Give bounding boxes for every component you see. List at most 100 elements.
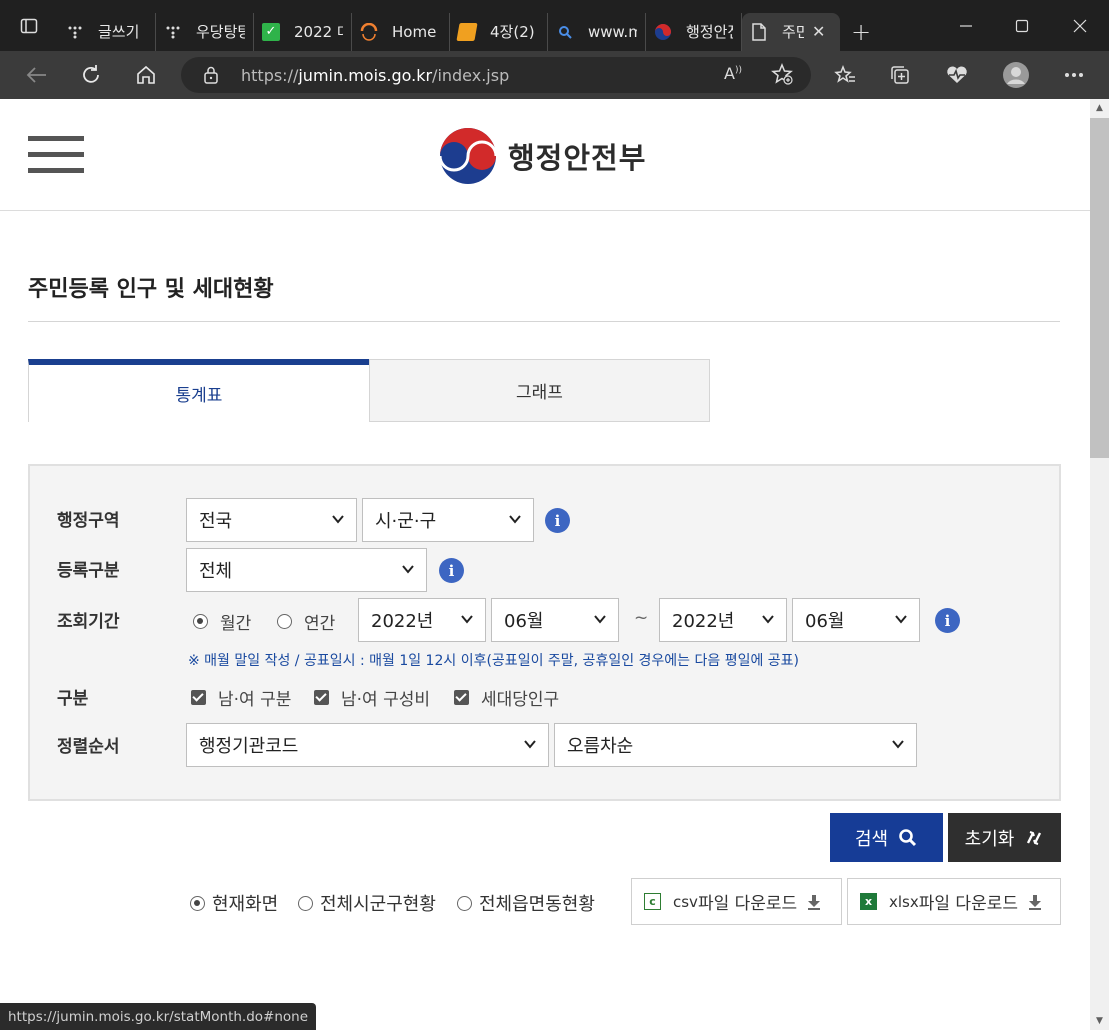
- close-window-button[interactable]: [1052, 0, 1108, 51]
- orange-arc-icon: [360, 22, 378, 41]
- tab-label: Home P: [392, 22, 441, 41]
- view-all-sigungu-label: 전체시군구현황: [320, 894, 436, 915]
- read-aloud-icon[interactable]: A)): [724, 64, 742, 83]
- view-current-radio[interactable]: 현재화면: [190, 890, 278, 916]
- heartbeat-icon: [946, 66, 967, 83]
- radio-dot: [193, 614, 208, 629]
- close-icon: [1073, 19, 1087, 32]
- region-select[interactable]: 전국: [186, 498, 357, 542]
- page-title: 주민등록 인구 및 세대현황: [28, 277, 274, 302]
- sort-field-select[interactable]: 행정기관코드: [186, 723, 549, 767]
- csv-download-button[interactable]: c csv 파일 다운로드: [631, 878, 842, 925]
- browser-essentials-button[interactable]: [929, 51, 984, 99]
- checkbox-checked-icon: [314, 690, 329, 705]
- search-button[interactable]: 검색: [830, 813, 943, 862]
- avatar-icon: [1002, 62, 1029, 88]
- tab-label: 우당탕탕: [196, 23, 245, 41]
- link-status-bar: https://jumin.mois.go.kr/statMonth.do#no…: [0, 1003, 317, 1030]
- maximize-button[interactable]: [994, 0, 1050, 51]
- yearly-radio-label: 연간: [304, 614, 336, 634]
- brand-name: 행정안전부: [508, 141, 647, 175]
- yearly-radio[interactable]: 연간: [277, 609, 335, 634]
- profile-button[interactable]: [988, 51, 1043, 99]
- tab-label: www.m: [588, 22, 637, 41]
- lock-icon: [204, 66, 218, 84]
- view-all-sigungu-radio[interactable]: 전체시군구현황: [298, 890, 436, 916]
- add-favorite-icon[interactable]: [770, 62, 794, 90]
- reset-button[interactable]: 초기화: [948, 813, 1061, 862]
- browser-tab-1[interactable]: 글쓰기: [58, 12, 156, 51]
- new-tab-button[interactable]: +: [840, 13, 882, 51]
- back-button[interactable]: [9, 51, 64, 99]
- hamburger-line: [28, 136, 84, 141]
- search-icon: [556, 23, 574, 41]
- csv-label: 파일 다운로드: [697, 894, 798, 914]
- tab-label: 4장(2) C: [490, 23, 539, 41]
- browser-tab-5[interactable]: 4장(2) C: [450, 12, 548, 51]
- favorites-icon: [833, 64, 855, 83]
- scroll-up-arrow-icon[interactable]: ▲: [1090, 99, 1109, 117]
- view-all-eupmyeondong-radio[interactable]: 전체읍면동현황: [457, 890, 595, 916]
- url-path: /index.jsp: [432, 65, 510, 85]
- chevron-down-icon: [762, 615, 774, 624]
- home-button[interactable]: [118, 51, 173, 99]
- download-icon: [1029, 894, 1041, 910]
- chevron-down-icon: [594, 615, 606, 624]
- tab-table[interactable]: 통계표: [28, 359, 369, 422]
- radio-dot: [298, 895, 313, 911]
- close-tab-icon[interactable]: ✕: [812, 22, 825, 41]
- site-logo[interactable]: 행정안전부: [438, 126, 646, 186]
- browser-tab-7[interactable]: 행정안전: [646, 12, 742, 51]
- to-year-select[interactable]: 2022년: [659, 598, 787, 642]
- subregion-select[interactable]: 시·군·구: [362, 498, 534, 542]
- to-month-value: 06월: [805, 611, 845, 632]
- green-check-icon: ✓: [262, 22, 280, 41]
- tab-label: 행정안전: [686, 23, 733, 41]
- collections-button[interactable]: [872, 51, 927, 99]
- dots-icon: [66, 23, 84, 41]
- scrollbar-thumb[interactable]: [1090, 118, 1109, 458]
- browser-tab-6[interactable]: www.m: [548, 12, 646, 51]
- tab-actions-button[interactable]: [0, 0, 58, 51]
- from-year-select[interactable]: 2022년: [358, 598, 486, 642]
- info-icon[interactable]: i: [545, 508, 570, 533]
- household-checkbox[interactable]: 세대당인구: [454, 685, 559, 710]
- download-icon: [808, 894, 821, 910]
- hamburger-line: [28, 168, 84, 173]
- browser-tab-active[interactable]: 주민 ✕: [742, 12, 840, 51]
- gender-checkbox[interactable]: 남·여 구분: [191, 685, 291, 710]
- gender-checkbox-label: 남·여 구분: [218, 690, 292, 710]
- menu-button[interactable]: [28, 136, 84, 173]
- radio-dot: [277, 614, 292, 629]
- minimize-button[interactable]: [938, 0, 994, 51]
- info-icon[interactable]: i: [935, 608, 960, 633]
- search-icon: [899, 828, 917, 846]
- taegeuk-logo-icon: [438, 128, 498, 184]
- maximize-icon: [1015, 19, 1029, 32]
- xlsx-download-button[interactable]: x xlsx 파일 다운로드: [847, 878, 1061, 925]
- from-month-select[interactable]: 06월: [491, 598, 619, 642]
- browser-tab-4[interactable]: Home P: [352, 12, 450, 51]
- sort-field-value: 행정기관코드: [199, 736, 299, 757]
- settings-menu-button[interactable]: [1046, 51, 1101, 99]
- info-icon[interactable]: i: [439, 558, 464, 583]
- gender-ratio-checkbox-label: 남·여 구성비: [341, 690, 431, 710]
- tab-label: 주민: [782, 23, 804, 41]
- address-bar[interactable]: https://jumin.mois.go.kr/index.jsp A)): [181, 57, 811, 93]
- favorites-button[interactable]: [817, 51, 872, 99]
- reset-arrows-icon: [1027, 830, 1042, 845]
- refresh-button[interactable]: [63, 51, 118, 99]
- to-month-select[interactable]: 06월: [792, 598, 920, 642]
- monthly-radio[interactable]: 월간: [193, 609, 251, 634]
- browser-tab-3[interactable]: ✓ 2022 대: [254, 12, 352, 51]
- tab-graph[interactable]: 그래프: [369, 359, 710, 422]
- tab-label: 2022 대: [294, 23, 343, 41]
- sort-order-select[interactable]: 오름차순: [554, 723, 917, 767]
- to-year-value: 2022년: [672, 611, 735, 632]
- browser-tab-2[interactable]: 우당탕탕: [156, 12, 254, 51]
- scroll-down-arrow-icon[interactable]: ▼: [1090, 1012, 1109, 1030]
- subregion-select-value: 시·군·구: [375, 511, 437, 532]
- gender-ratio-checkbox[interactable]: 남·여 구성비: [314, 685, 430, 710]
- csv-label-prefix: csv: [673, 892, 698, 911]
- register-select[interactable]: 전체: [186, 548, 427, 592]
